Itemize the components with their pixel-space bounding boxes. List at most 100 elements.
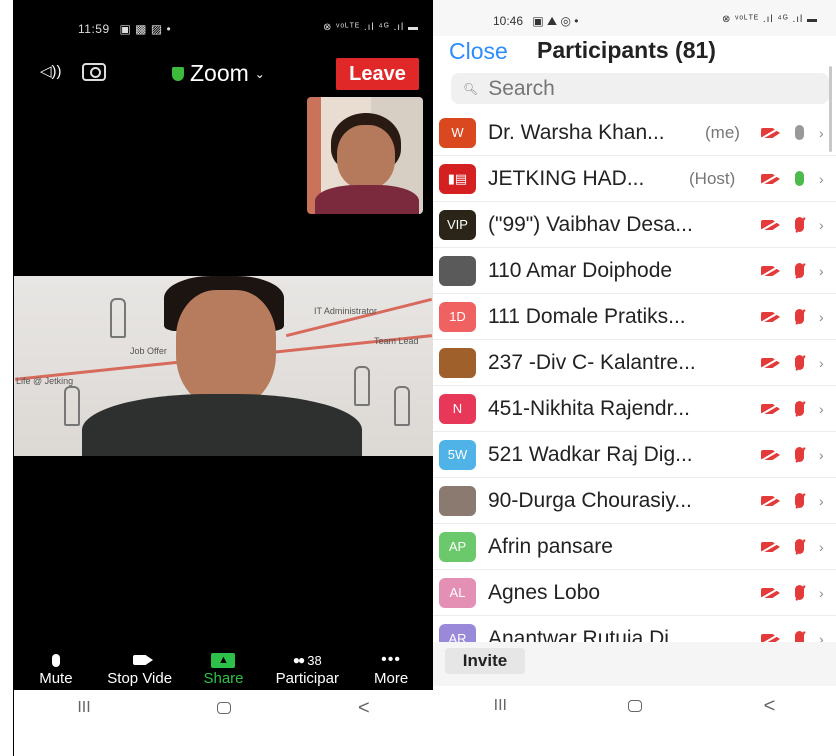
meeting-toolbar: Mute Stop Vide ▲ Share ●● 38 Participar … <box>14 650 433 690</box>
share-arrow-icon: ▲ <box>211 652 236 668</box>
chevron-right-icon: › <box>819 170 824 187</box>
chevron-right-icon: › <box>819 124 824 141</box>
participant-avatar: W <box>439 117 476 148</box>
chevron-down-icon: ⌄ <box>254 66 265 81</box>
mute-button[interactable]: Mute <box>16 650 96 690</box>
participant-row[interactable]: AR Anantwar Rutuja Di... › <box>433 616 836 642</box>
wall-graphic-text: Team Lead <box>374 336 419 346</box>
participant-row[interactable]: ▮▤ JETKING HAD... (Host) › <box>433 156 836 202</box>
participant-role-tag: (me) <box>705 122 740 142</box>
participant-row[interactable]: AL Agnes Lobo › <box>433 570 836 616</box>
participant-avatar: AR <box>439 623 476 642</box>
participant-avatar <box>439 485 476 516</box>
participant-avatar: 1D <box>439 301 476 332</box>
share-button[interactable]: ▲ Share <box>183 650 263 690</box>
participant-name: 90-Durga Chourasiy... <box>488 488 692 512</box>
wall-graphic-text: Job Offer <box>130 346 167 356</box>
status-notification-icons: ▣ ▩ ▨ • <box>119 22 172 36</box>
stop-video-button[interactable]: Stop Vide <box>100 650 180 690</box>
back-nav-icon[interactable]: < <box>764 695 776 718</box>
leave-button[interactable]: Leave <box>336 58 419 90</box>
home-nav-icon[interactable] <box>628 700 643 712</box>
participants-button[interactable]: ●● 38 Participar <box>267 650 347 690</box>
participant-row[interactable]: N 451-Nikhita Rajendr... › <box>433 386 836 432</box>
participants-list: W Dr. Warsha Khan... (me) › ▮▤ JETKING HAD...… <box>433 110 836 642</box>
meeting-view: 11:59 ▣ ▩ ▨ • ⊗ ᵛᵒᴸᵀᴱ .ıl ⁴ᴳ .ıl ▬ ◁)) Z… <box>14 0 433 690</box>
participant-name: Agnes Lobo <box>488 580 601 604</box>
self-video-thumbnail[interactable] <box>307 97 423 214</box>
search-box[interactable]: 🔍︎ <box>451 73 829 104</box>
participants-screen: 10:46 ▣ ⛰ ◎ • ⊗ ᵛᵒᴸᵀᴱ .ıl ⁴ᴳ .ıl ▬ Close… <box>433 0 836 756</box>
wall-graphic-line <box>285 297 433 338</box>
chevron-right-icon: › <box>819 492 824 509</box>
status-signal-icons: ⊗ ᵛᵒᴸᵀᴱ .ıl ⁴ᴳ .ıl ▬ <box>721 14 818 25</box>
back-nav-icon[interactable]: < <box>358 697 370 720</box>
close-button[interactable]: Close <box>449 38 508 65</box>
chevron-right-icon: › <box>819 308 824 325</box>
wall-figure <box>64 386 80 426</box>
participant-row[interactable]: 237 -Div C- Kalantre... › <box>433 340 836 386</box>
chevron-right-icon: › <box>819 630 824 643</box>
participant-avatar: 5W <box>439 439 476 470</box>
participant-name: JETKING HAD... <box>488 166 645 190</box>
invite-button[interactable]: Invite <box>445 648 525 674</box>
participant-row[interactable]: 90-Durga Chourasiy... › <box>433 478 836 524</box>
speaker-icon[interactable]: ◁)) <box>40 62 62 80</box>
frame-border <box>0 0 14 756</box>
speaker-face <box>176 290 276 408</box>
wall-figure <box>110 298 126 338</box>
participant-name: 451-Nikhita Rajendr... <box>488 396 690 420</box>
shield-icon <box>172 66 184 81</box>
more-button[interactable]: ••• More <box>351 650 431 690</box>
participant-name: 521 Wadkar Raj Dig... <box>488 442 693 466</box>
status-time: 10:46 ▣ ⛰ ◎ • <box>493 14 578 30</box>
invite-bar: Invite <box>433 642 836 686</box>
participant-avatar: AL <box>439 577 476 608</box>
recents-nav-icon[interactable]: III <box>77 699 90 717</box>
participant-row[interactable]: 1D 111 Domale Pratiks... › <box>433 294 836 340</box>
search-icon: 🔍︎ <box>463 81 479 96</box>
participant-name: 111 Domale Pratiks... <box>488 304 686 328</box>
video-camera-icon <box>132 655 153 665</box>
search-input[interactable] <box>488 76 789 101</box>
chevron-right-icon: › <box>819 354 824 371</box>
active-speaker-video[interactable]: IT Administrator Team Lead Job Offer Lif… <box>14 276 433 456</box>
recents-nav-icon[interactable]: III <box>494 697 507 715</box>
wall-figure <box>394 386 410 426</box>
camera-switch-icon[interactable] <box>82 63 106 81</box>
panel-title: Participants (81) <box>537 37 716 63</box>
self-video-body <box>315 185 419 214</box>
participant-row[interactable]: 110 Amar Doiphode › <box>433 248 836 294</box>
status-time-text: 10:46 <box>493 14 524 28</box>
status-notification-icons: ▣ ⛰ ◎ • <box>532 14 579 28</box>
participant-row[interactable]: W Dr. Warsha Khan... (me) › <box>433 110 836 156</box>
chevron-right-icon: › <box>819 446 824 463</box>
meeting-screen: 11:59 ▣ ▩ ▨ • ⊗ ᵛᵒᴸᵀᴱ .ıl ⁴ᴳ .ıl ▬ ◁)) Z… <box>0 0 433 756</box>
participant-name: Afrin pansare <box>488 534 613 558</box>
more-dots-icon: ••• <box>381 651 401 668</box>
chevron-right-icon: › <box>819 584 824 601</box>
meeting-title[interactable]: Zoom ⌄ <box>172 60 265 87</box>
home-nav-icon[interactable] <box>217 702 232 714</box>
status-signal-icons: ⊗ ᵛᵒᴸᵀᴱ .ıl ⁴ᴳ .ıl ▬ <box>322 22 419 33</box>
participant-avatar <box>439 347 476 378</box>
participant-avatar: AP <box>439 531 476 562</box>
wall-graphic-text: IT Administrator <box>314 306 377 316</box>
status-time: 11:59 ▣ ▩ ▨ • <box>78 22 171 38</box>
participant-avatar: ▮▤ <box>439 163 476 194</box>
participant-avatar <box>439 255 476 286</box>
mute-label: Mute <box>39 670 73 687</box>
wall-figure <box>354 366 370 406</box>
status-time-text: 11:59 <box>78 22 110 36</box>
participant-name: 237 -Div C- Kalantre... <box>488 350 696 374</box>
participant-row[interactable]: VIP ("99") Vaibhav Desa... › <box>433 202 836 248</box>
microphone-icon <box>795 125 804 140</box>
participants-label: Participar <box>275 670 339 687</box>
microphone-icon <box>795 171 804 186</box>
participant-row[interactable]: AP Afrin pansare › <box>433 524 836 570</box>
status-bar: 10:46 ▣ ⛰ ◎ • ⊗ ᵛᵒᴸᵀᴱ .ıl ⁴ᴳ .ıl ▬ <box>433 0 836 36</box>
participant-row[interactable]: 5W 521 Wadkar Raj Dig... › <box>433 432 836 478</box>
android-nav-bar: III < <box>433 688 836 724</box>
chevron-right-icon: › <box>819 538 824 555</box>
participants-icon: ●● <box>292 653 305 667</box>
